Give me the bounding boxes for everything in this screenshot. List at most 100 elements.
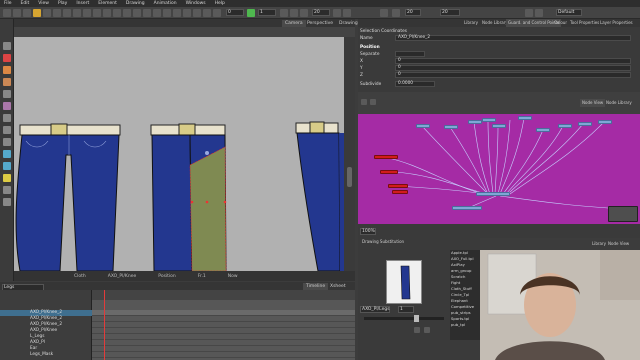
snap-icon[interactable] [173, 9, 181, 17]
next-frame-icon[interactable] [333, 9, 341, 17]
node-item-red[interactable] [374, 155, 398, 159]
node-item[interactable] [416, 124, 430, 128]
menu-file[interactable]: File [4, 1, 12, 6]
eraser-tool-icon[interactable] [3, 102, 11, 110]
node-item-red[interactable] [392, 190, 408, 194]
frame-row[interactable] [92, 352, 355, 358]
frame-ruler[interactable] [92, 290, 355, 300]
hand-tool-icon[interactable] [3, 198, 11, 206]
node-item-red[interactable] [388, 184, 408, 188]
contour-tool-icon[interactable] [3, 54, 11, 62]
open-icon[interactable] [13, 9, 21, 17]
new-icon[interactable] [3, 9, 11, 17]
remove-drawing-icon[interactable] [424, 327, 430, 333]
node-zoom[interactable]: 100% [360, 228, 376, 235]
tab-library[interactable]: Library [462, 19, 480, 27]
stop-icon[interactable] [280, 9, 288, 17]
onion-icon[interactable] [153, 9, 161, 17]
tab-colour[interactable]: Colour [552, 19, 569, 27]
delete-icon[interactable] [93, 9, 101, 17]
grid-icon[interactable] [143, 9, 151, 17]
workspace-select[interactable]: Default [556, 9, 582, 16]
fit-icon[interactable] [213, 9, 221, 17]
tab-drawing[interactable]: Drawing [336, 20, 361, 27]
node-item[interactable] [518, 116, 532, 120]
menu-edit[interactable]: Edit [21, 1, 30, 6]
menu-windows[interactable]: Windows [186, 1, 206, 6]
tab-tool-properties[interactable]: Tool Properties [568, 19, 601, 27]
motion-icon[interactable] [392, 9, 400, 17]
menu-help[interactable]: Help [215, 1, 225, 6]
tab-drawing-substitution[interactable]: Drawing Substitution [360, 238, 406, 246]
save-icon[interactable] [23, 9, 31, 17]
cutter-tool-icon[interactable] [3, 114, 11, 122]
camera-icon[interactable] [535, 9, 543, 17]
tab-layer-properties[interactable]: Layer Properties [598, 19, 635, 27]
node-item[interactable] [536, 128, 550, 132]
export-icon[interactable] [113, 9, 121, 17]
sound-icon[interactable] [300, 9, 308, 17]
last-frame-icon[interactable] [343, 9, 351, 17]
layer-row[interactable]: Legs_Mask [0, 352, 92, 358]
tab-node-view-right[interactable]: Node View [606, 240, 631, 248]
slider-handle[interactable] [414, 315, 419, 322]
menu-play[interactable]: Play [58, 1, 67, 6]
rotate-icon[interactable] [183, 9, 191, 17]
zoom-field-a[interactable]: 0 [226, 9, 244, 16]
node-item[interactable] [468, 120, 482, 124]
menu-animation[interactable]: Animation [154, 1, 177, 6]
flip-icon[interactable] [193, 9, 201, 17]
substitution-slider[interactable] [364, 317, 444, 320]
node-view[interactable] [358, 114, 640, 224]
playhead[interactable] [104, 290, 105, 360]
node-add-icon[interactable] [361, 99, 367, 105]
brush-tool-icon[interactable] [3, 66, 11, 74]
cut-icon[interactable] [63, 9, 71, 17]
transform-tool-icon[interactable] [3, 174, 11, 182]
loop-icon[interactable] [290, 9, 298, 17]
tab-xsheet[interactable]: Xsheet [327, 283, 349, 290]
select-tool-icon[interactable] [3, 42, 11, 50]
zoom-tool-icon[interactable] [3, 186, 11, 194]
play-icon[interactable] [247, 9, 255, 17]
menu-insert[interactable]: Insert [76, 1, 89, 6]
node-composite[interactable] [476, 192, 510, 196]
subdivide-field[interactable]: 0.0000 [395, 81, 435, 87]
node-item[interactable] [598, 120, 612, 124]
render-icon[interactable] [123, 9, 131, 17]
add-drawing-icon[interactable] [414, 327, 420, 333]
workspace-icon[interactable] [525, 9, 533, 17]
camera-scrollbar[interactable] [344, 37, 355, 271]
paint-tool-icon[interactable] [3, 150, 11, 158]
text-tool-icon[interactable] [3, 90, 11, 98]
value-field-a[interactable]: 20 [312, 9, 330, 16]
paste-icon[interactable] [83, 9, 91, 17]
tab-perspective[interactable]: Perspective [304, 20, 336, 27]
tab-camera[interactable]: Camera [282, 20, 306, 27]
node-item-red[interactable] [380, 170, 398, 174]
drawing-thumbnail[interactable] [386, 260, 422, 304]
zoom-field-b[interactable]: 1 [258, 9, 276, 16]
tab-node-view[interactable]: Node View [580, 99, 606, 107]
tab-timeline[interactable]: Timeline [303, 283, 329, 290]
mirror-icon[interactable] [203, 9, 211, 17]
brush-icon[interactable] [33, 9, 41, 17]
x-field[interactable]: 0 [395, 58, 631, 64]
node-item[interactable] [492, 124, 506, 128]
value-field-c[interactable]: 20 [440, 9, 460, 16]
tab-node-view-library[interactable]: Node Library [604, 99, 634, 107]
node-item[interactable] [558, 124, 572, 128]
camera-stage[interactable] [14, 37, 344, 271]
separate-checkbox[interactable] [395, 51, 425, 57]
node-item[interactable] [578, 122, 592, 126]
line-tool-icon[interactable] [3, 126, 11, 134]
rectangle-tool-icon[interactable] [3, 138, 11, 146]
node-display[interactable] [452, 206, 482, 210]
drawing-name-field[interactable]: AXO_Pl/Legs [360, 306, 390, 313]
node-item[interactable] [444, 125, 458, 129]
y-field[interactable]: 0 [395, 65, 631, 71]
menu-drawing[interactable]: Drawing [126, 1, 145, 6]
name-field[interactable]: AXO_Pl/Knee_2 [395, 35, 631, 41]
copy-icon[interactable] [73, 9, 81, 17]
redo-icon[interactable] [53, 9, 61, 17]
